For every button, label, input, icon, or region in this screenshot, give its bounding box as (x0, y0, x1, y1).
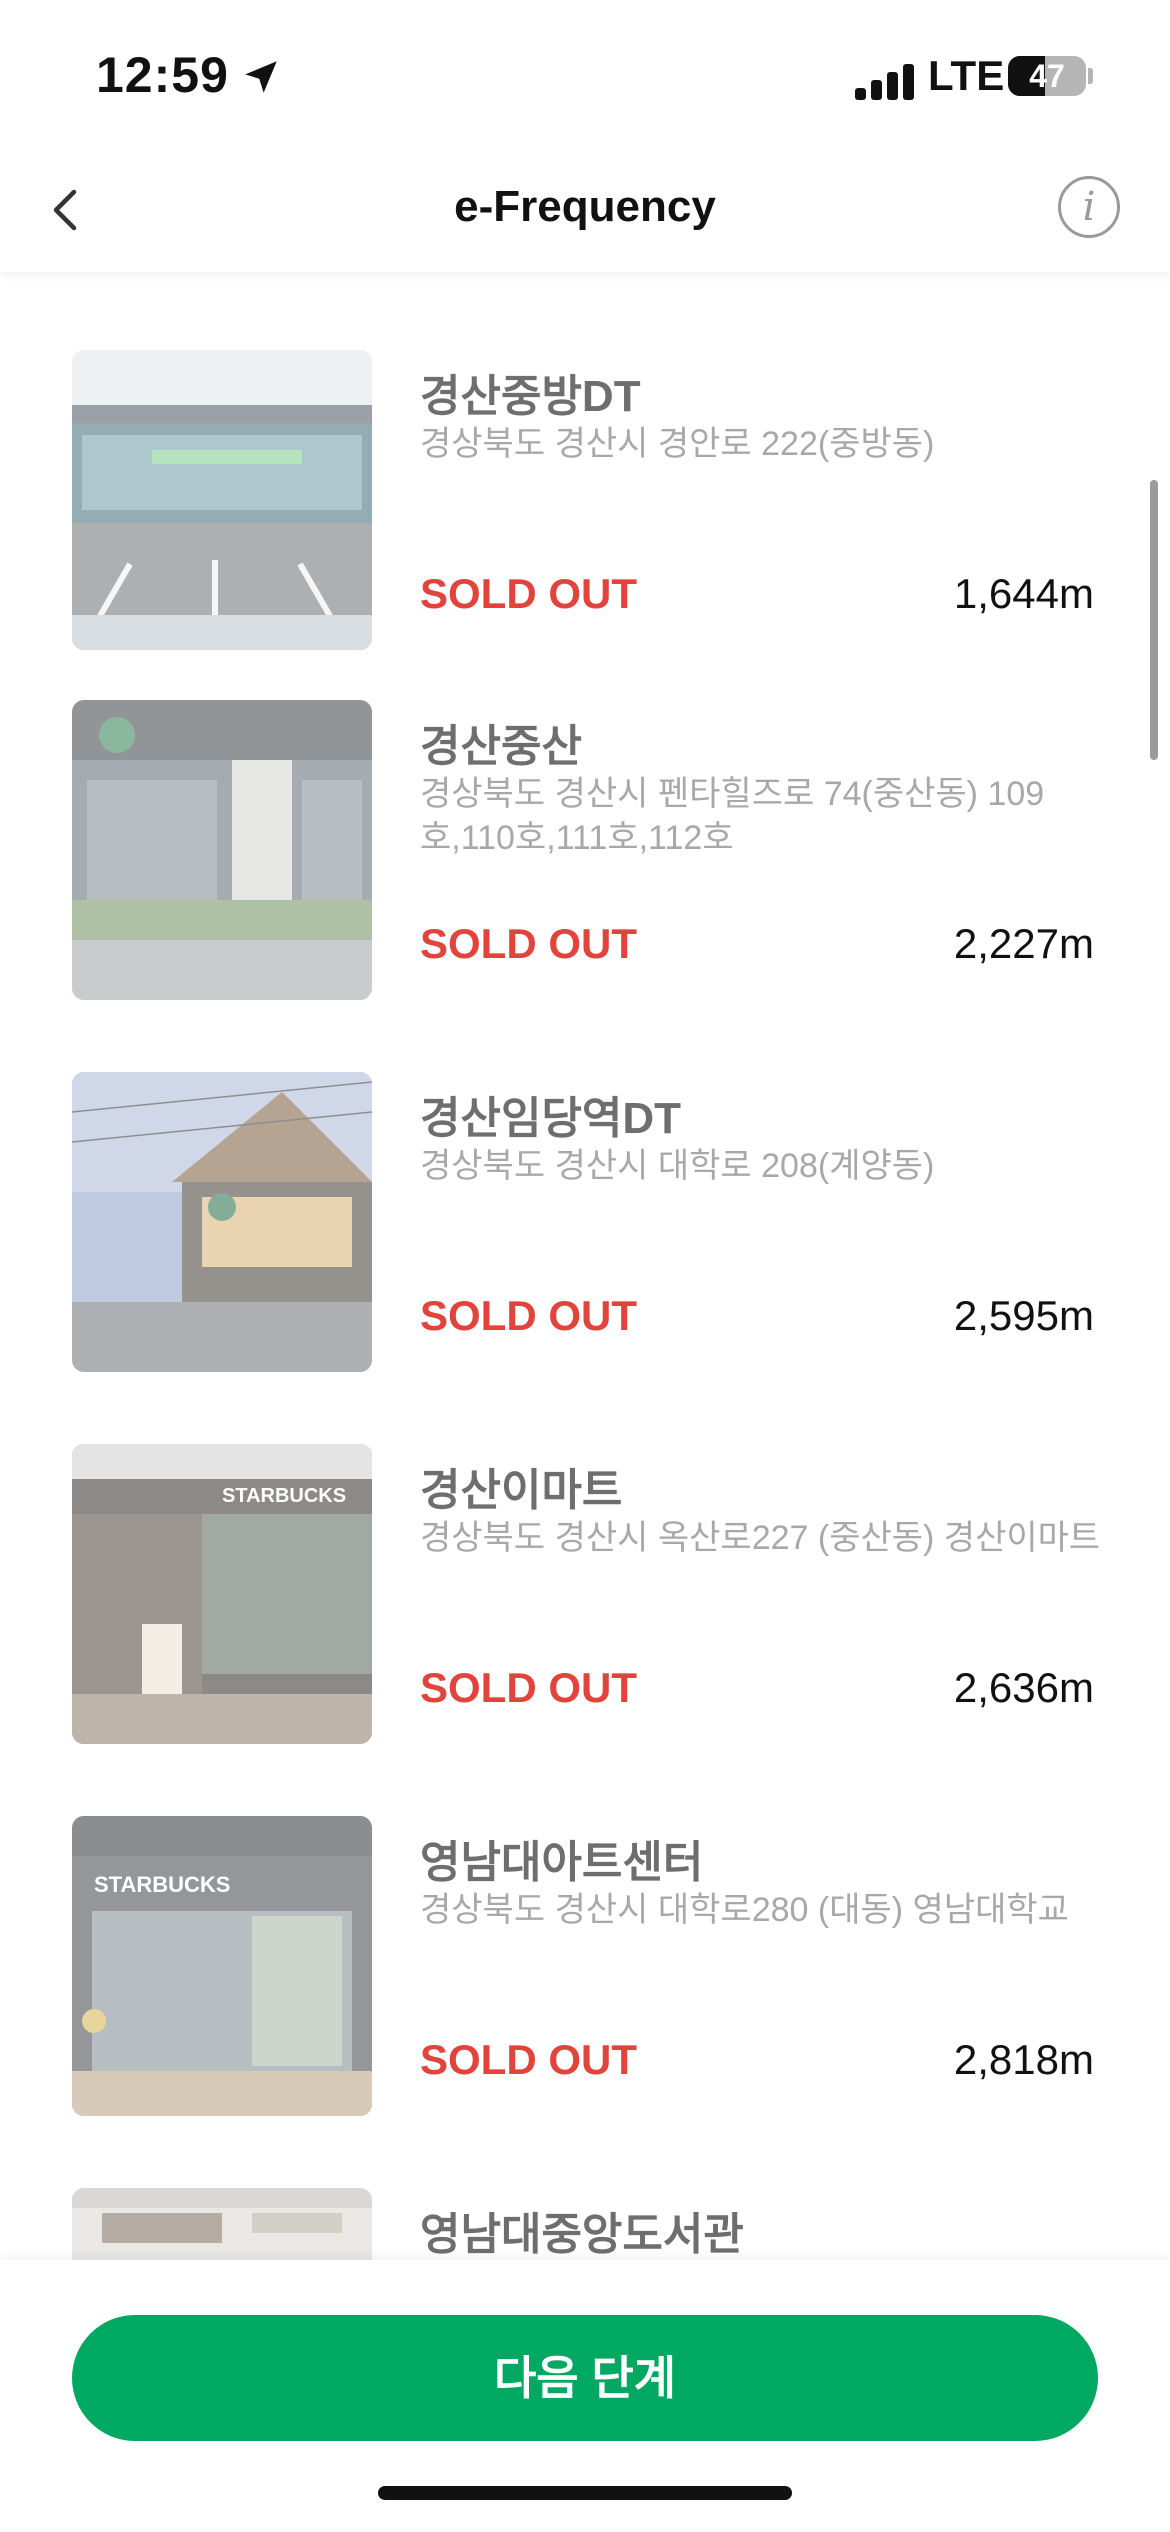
store-item[interactable]: STARBUCKS 경산이마트 경상북도 경산시 옥산로227 (중산동) 경산… (0, 1444, 1170, 1744)
battery-tip (1088, 68, 1093, 84)
store-name: 영남대중앙도서관 (420, 2210, 744, 2259)
store-photo (72, 700, 372, 1000)
store-item[interactable]: STARBUCKS 영남대아트센터 경상북도 경산시 대학로280 (대동) 영… (0, 1816, 1170, 2116)
store-name: 경산임당역DT (420, 1094, 682, 1143)
status-time: 12:59 (96, 47, 229, 103)
store-address: 경상북도 경산시 경안로 222(중방동) (420, 425, 935, 463)
network-type: LTE (928, 52, 1005, 99)
store-distance: 2,595m (953, 1292, 1094, 1339)
store-address: 경상북도 경산시 옥산로227 (중산동) 경산이마트 (420, 1519, 1101, 1557)
store-address: 경상북도 경산시 펜타힐즈로 74(중산동) 109호,110호,111호,11… (420, 775, 1045, 857)
store-item[interactable]: 경산임당역DT 경상북도 경산시 대학로 208(계양동) SOLD OUT 2… (0, 1072, 1170, 1372)
next-step-button[interactable]: 다음 단계 (72, 2315, 1098, 2441)
store-item[interactable]: 영남대중앙도서관 (0, 2188, 1170, 2260)
cellular-signal-icon (855, 62, 915, 100)
sold-out-label: SOLD OUT (420, 1292, 637, 1339)
svg-text:STARBUCKS: STARBUCKS (222, 1485, 346, 1507)
page-title: e-Frequency (454, 182, 716, 231)
store-name: 경산중산 (420, 722, 582, 771)
battery-level: 47 (1029, 58, 1065, 94)
sold-out-label: SOLD OUT (420, 920, 637, 967)
scroll-indicator[interactable] (1150, 480, 1158, 760)
sold-out-label: SOLD OUT (420, 2036, 637, 2083)
info-icon[interactable]: i (1058, 176, 1120, 238)
store-list[interactable]: 경산중방DT 경상북도 경산시 경안로 222(중방동) SOLD OUT 1,… (0, 272, 1170, 2260)
store-photo: STARBUCKS (72, 1816, 372, 2116)
store-item[interactable]: 경산중산 경상북도 경산시 펜타힐즈로 74(중산동) 109호,110호,11… (0, 700, 1170, 1000)
navigation-bar: e-Frequency i (0, 150, 1170, 272)
store-name: 경산이마트 (420, 1466, 623, 1515)
store-name: 경산중방DT (420, 372, 641, 421)
store-photo (72, 1072, 372, 1372)
status-bar: 12:59 LTE 47 (0, 0, 1170, 150)
store-photo (72, 350, 372, 650)
location-arrow-icon (245, 61, 277, 93)
home-indicator[interactable] (378, 2486, 792, 2500)
store-photo (72, 2188, 372, 2260)
store-address: 경상북도 경산시 대학로280 (대동) 영남대학교 (420, 1891, 1069, 1929)
store-name: 영남대아트센터 (420, 1838, 704, 1887)
store-photo: STARBUCKS (72, 1444, 372, 1744)
store-distance: 2,227m (953, 920, 1094, 967)
svg-text:STARBUCKS: STARBUCKS (94, 1872, 230, 1897)
store-distance: 2,818m (953, 2036, 1094, 2083)
store-distance: 1,644m (953, 570, 1094, 617)
sold-out-label: SOLD OUT (420, 1664, 637, 1711)
battery-icon: 47 (1008, 56, 1086, 96)
store-address: 경상북도 경산시 대학로 208(계양동) (420, 1147, 935, 1185)
store-item[interactable]: 경산중방DT 경상북도 경산시 경안로 222(중방동) SOLD OUT 1,… (0, 350, 1170, 650)
sold-out-label: SOLD OUT (420, 570, 637, 617)
store-distance: 2,636m (953, 1664, 1094, 1711)
